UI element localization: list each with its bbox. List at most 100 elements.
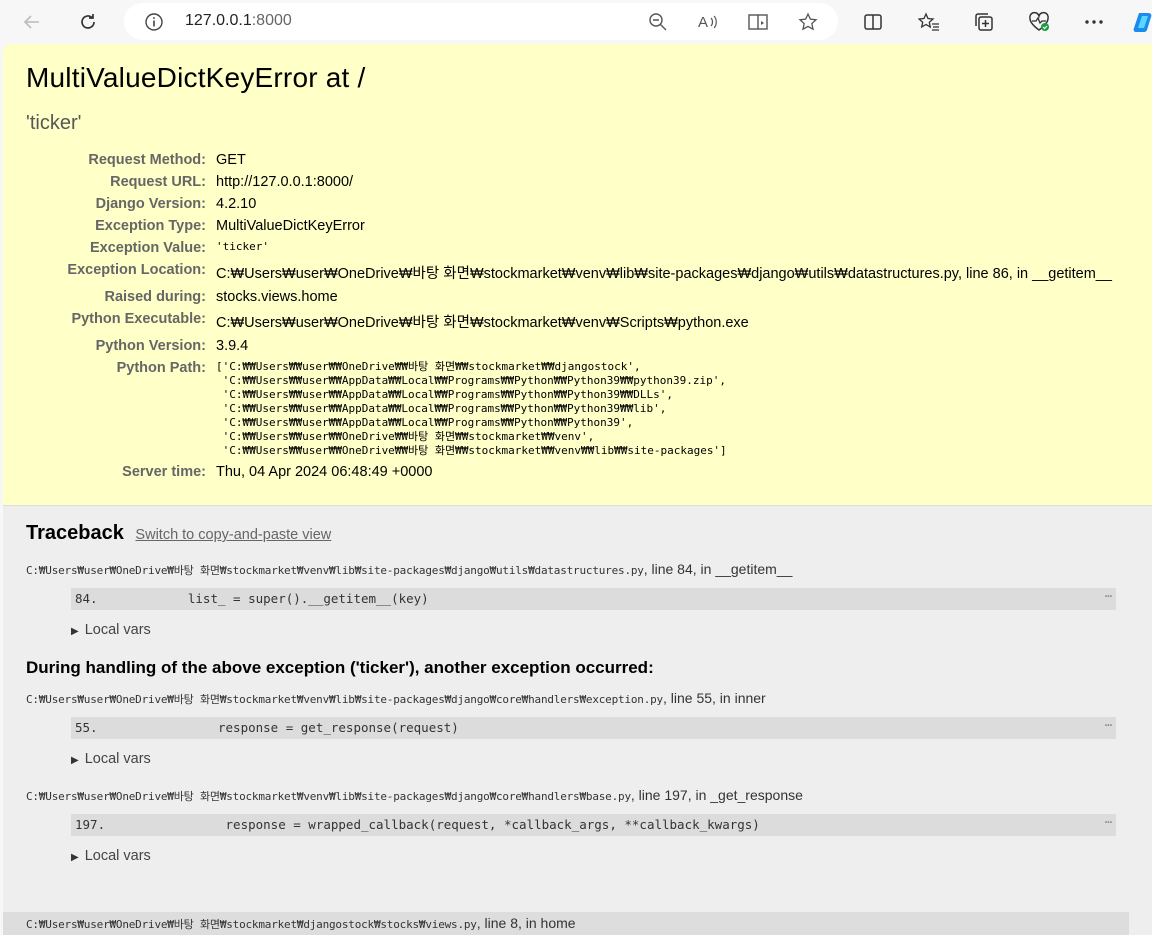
python-path-value: ['C:₩₩Users₩₩user₩₩OneDrive₩₩바탕 화면₩₩stoc…	[216, 360, 727, 457]
more-dots-icon	[1085, 20, 1103, 24]
frame-filename: C:₩Users₩user₩OneDrive₩바탕 화면₩stockmarket…	[26, 693, 663, 706]
user-frame-location[interactable]: C:₩Users₩user₩OneDrive₩바탕 화면₩stockmarket…	[3, 912, 1129, 935]
request-meta-table: Request Method: GET Request URL: http://12…	[26, 149, 1112, 483]
expand-context-icon[interactable]: ⋯	[1105, 585, 1112, 607]
url-host: 127.0.0.1	[185, 12, 252, 29]
exception-value-heading: 'ticker'	[26, 112, 82, 134]
back-arrow-icon	[23, 15, 39, 29]
address-bar[interactable]: 127.0.0.1:8000 A	[124, 3, 838, 40]
meta-value: C:₩Users₩user₩OneDrive₩바탕 화면₩stockmarket…	[216, 266, 1112, 282]
browser-toolbar: 127.0.0.1:8000 A	[0, 0, 1152, 44]
collections-icon	[975, 13, 993, 31]
split-screen-button[interactable]	[857, 6, 889, 38]
meta-row: Request URL: http://127.0.0.1:8000/	[26, 171, 1112, 193]
back-button[interactable]	[16, 6, 48, 38]
meta-row: Exception Type: MultiValueDictKeyError	[26, 215, 1112, 237]
favorite-star-icon[interactable]	[796, 10, 820, 34]
meta-label: Request URL:	[110, 174, 206, 190]
frame-filename: C:₩Users₩user₩OneDrive₩바탕 화면₩stockmarket…	[26, 918, 477, 931]
favorites-list-icon	[918, 12, 939, 31]
meta-value: stocks.views.home	[216, 289, 338, 305]
frame-where: , line 84, in __getitem__	[643, 561, 793, 577]
frame-where: , line 8, in home	[476, 915, 576, 931]
meta-value-cell: 'ticker'	[216, 237, 1112, 259]
meta-label: Django Version:	[95, 196, 206, 212]
local-vars-toggle[interactable]: ▶ Local vars	[71, 622, 1129, 638]
expand-context-icon[interactable]: ⋯	[1105, 714, 1112, 736]
meta-label: Python Executable:	[71, 311, 206, 327]
favorites-button[interactable]	[913, 6, 945, 38]
code-text: 55. response = get_response(request)	[75, 720, 459, 735]
meta-row: Python Version: 3.9.4	[26, 335, 1112, 357]
triangle-right-icon: ▶	[71, 626, 79, 637]
error-title: MultiValueDictKeyError at /	[26, 62, 366, 93]
meta-label: Exception Type:	[95, 218, 206, 234]
context-line[interactable]: 84. list_ = super().__getitem__(key) ⋯	[71, 588, 1116, 610]
settings-more-button[interactable]	[1078, 6, 1110, 38]
meta-value: 3.9.4	[216, 338, 249, 354]
expand-context-icon[interactable]: ⋯	[1105, 811, 1112, 833]
meta-row: Exception Value: 'ticker'	[26, 237, 1112, 259]
meta-label: Exception Location:	[67, 262, 206, 278]
chained-exception-heading: During handling of the above exception (…	[26, 658, 654, 677]
error-summary: MultiValueDictKeyError at / 'ticker' Req…	[3, 44, 1152, 506]
split-screen-icon	[864, 14, 882, 30]
frame-filename: C:₩Users₩user₩OneDrive₩바탕 화면₩stockmarket…	[26, 564, 644, 577]
code-text: 197. response = wrapped_callback(request…	[75, 817, 760, 832]
frame-filename: C:₩Users₩user₩OneDrive₩바탕 화면₩stockmarket…	[26, 790, 631, 803]
triangle-right-icon: ▶	[71, 755, 79, 766]
site-info-icon[interactable]	[144, 12, 164, 37]
meta-value: 'ticker'	[216, 240, 269, 253]
local-vars-toggle[interactable]: ▶ Local vars	[71, 751, 1129, 767]
zoom-out-icon[interactable]	[646, 10, 670, 34]
meta-value-cell: ['C:₩₩Users₩₩user₩₩OneDrive₩₩바탕 화면₩₩stoc…	[216, 357, 1112, 461]
svg-text:A: A	[698, 14, 708, 31]
local-vars-label: Local vars	[84, 848, 151, 864]
meta-value: http://127.0.0.1:8000/	[216, 174, 354, 190]
meta-value: MultiValueDictKeyError	[216, 218, 365, 234]
context-line[interactable]: 55. response = get_response(request) ⋯	[71, 717, 1116, 739]
meta-label: Server time:	[122, 464, 206, 480]
copy-paste-view-link[interactable]: Switch to copy-and-paste view	[135, 527, 331, 543]
url-text: 127.0.0.1:8000	[185, 12, 292, 30]
meta-row: Server time: Thu, 04 Apr 2024 06:48:49 +0…	[26, 461, 1112, 483]
meta-label: Python Path:	[116, 360, 206, 376]
collections-button[interactable]	[968, 6, 1000, 38]
heart-pulse-icon	[1029, 11, 1049, 31]
traceback-title: Traceback	[26, 522, 124, 544]
browser-essentials-button[interactable]	[1023, 6, 1055, 38]
meta-value: 4.2.10	[216, 196, 257, 212]
copilot-button[interactable]	[1128, 6, 1152, 38]
triangle-right-icon: ▶	[71, 852, 79, 863]
traceback-heading: Traceback Switch to copy-and-paste view	[26, 522, 1129, 545]
meta-row: Python Path: ['C:₩₩Users₩₩user₩₩OneDrive₩…	[26, 357, 1112, 461]
meta-label: Raised during:	[104, 289, 206, 305]
local-vars-label: Local vars	[84, 751, 151, 767]
frame-where: , line 197, in _get_response	[630, 787, 803, 803]
refresh-icon	[81, 14, 95, 29]
frame-where: , line 55, in inner	[662, 690, 766, 706]
immersive-reader-icon[interactable]	[746, 10, 770, 34]
meta-label: Python Version:	[95, 338, 206, 354]
context-line[interactable]: 197. response = wrapped_callback(request…	[71, 814, 1116, 836]
frame-location: C:₩Users₩user₩OneDrive₩바탕 화면₩stockmarket…	[26, 690, 1129, 707]
local-vars-toggle[interactable]: ▶ Local vars	[71, 848, 1129, 864]
meta-row: Python Executable: C:₩Users₩user₩OneDrive…	[26, 308, 1112, 335]
meta-value: C:₩Users₩user₩OneDrive₩바탕 화면₩stockmarket…	[216, 315, 749, 331]
meta-value: Thu, 04 Apr 2024 06:48:49 +0000	[216, 464, 433, 480]
meta-label: Request Method:	[88, 152, 206, 168]
frame-location: C:₩Users₩user₩OneDrive₩바탕 화면₩stockmarket…	[26, 787, 1129, 804]
url-port: :8000	[251, 12, 292, 29]
meta-row: Request Method: GET	[26, 149, 1112, 171]
read-aloud-icon[interactable]: A	[696, 10, 720, 34]
meta-row: Raised during: stocks.views.home	[26, 286, 1112, 308]
meta-row: Exception Location: C:₩Users₩user₩OneDriv…	[26, 259, 1112, 286]
refresh-button[interactable]	[72, 6, 104, 38]
copilot-icon	[1133, 13, 1152, 32]
code-text: 84. list_ = super().__getitem__(key)	[75, 591, 429, 606]
meta-row: Django Version: 4.2.10	[26, 193, 1112, 215]
meta-value: GET	[216, 152, 246, 168]
frame-location: C:₩Users₩user₩OneDrive₩바탕 화면₩stockmarket…	[26, 561, 1129, 578]
django-error-page: MultiValueDictKeyError at / 'ticker' Req…	[3, 44, 1152, 935]
local-vars-label: Local vars	[84, 622, 151, 638]
